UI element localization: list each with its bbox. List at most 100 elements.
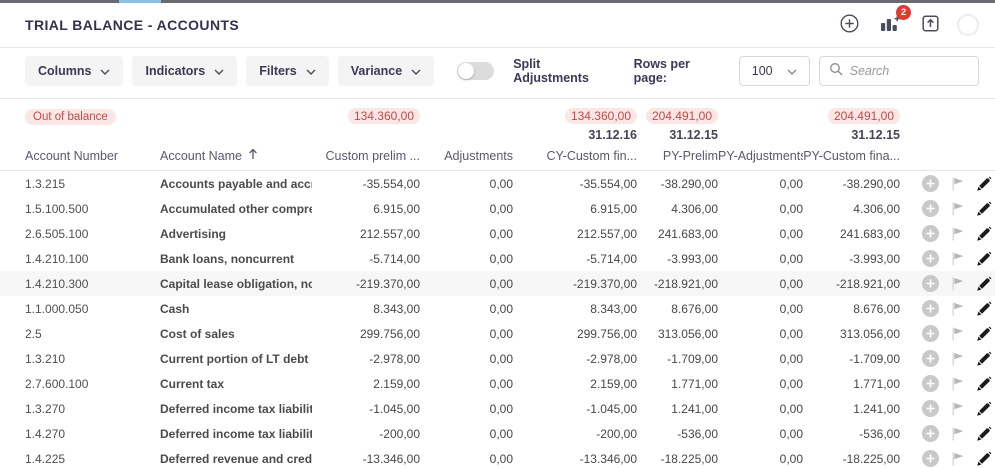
table-row[interactable]: 2.7.600.100 Current tax 2.159,00 0,00 2.… (0, 371, 995, 396)
export-button[interactable] (918, 11, 943, 39)
add-adjustment-button[interactable] (922, 175, 939, 192)
py-custom-final-value: -18.225,00 (803, 452, 900, 466)
flag-button[interactable] (950, 351, 965, 367)
py-prelim-value: -1.709,00 (637, 352, 718, 366)
py-adjustments-value: 0,00 (718, 427, 803, 441)
cy-custom-final-value: -35.554,00 (513, 177, 637, 191)
py-adjustments-value: 0,00 (718, 202, 803, 216)
flag-button[interactable] (950, 226, 965, 242)
search-input[interactable] (850, 64, 969, 78)
adjustments-value: 0,00 (420, 202, 513, 216)
account-name-header-label: Account Name (160, 149, 242, 163)
column-header-account-number[interactable]: Account Number (0, 149, 160, 163)
account-name: Accounts payable and accrued lia... (160, 177, 312, 191)
column-header-adjustments[interactable]: Adjustments (420, 149, 513, 163)
table-row[interactable]: 1.3.270 Deferred income tax liabilities,… (0, 396, 995, 421)
rows-per-page-select[interactable]: 100 (739, 56, 810, 86)
adjustments-value: 0,00 (420, 377, 513, 391)
py-custom-final-value: 8.676,00 (803, 302, 900, 316)
flag-button[interactable] (950, 301, 965, 317)
cy-custom-final-value: 2.159,00 (513, 377, 637, 391)
table-row[interactable]: 1.1.000.050 Cash 8.343,00 0,00 8.343,00 … (0, 296, 995, 321)
py-prelim-value: 313.056,00 (637, 327, 718, 341)
edit-button[interactable] (976, 401, 992, 417)
column-header-py-custom-final[interactable]: PY-Custom fina... (803, 149, 900, 163)
add-adjustment-button[interactable] (922, 275, 939, 292)
table-row[interactable]: 1.3.215 Accounts payable and accrued lia… (0, 171, 995, 196)
oob-py-custom-final: 204.491,00 (828, 108, 900, 124)
table-header: Out of balance 134.360,00 134.360,00 204… (0, 98, 995, 171)
table-row[interactable]: 1.3.210 Current portion of LT debt & cap… (0, 346, 995, 371)
account-name: Deferred revenue and credits, no... (160, 452, 312, 466)
columns-dropdown-label: Columns (38, 64, 91, 78)
filters-dropdown[interactable]: Filters (246, 56, 329, 86)
add-adjustment-button[interactable] (922, 450, 939, 467)
sort-ascending-icon (248, 148, 258, 163)
indicators-dropdown[interactable]: Indicators (132, 56, 237, 86)
table-row[interactable]: 1.4.210.100 Bank loans, noncurrent -5.71… (0, 246, 995, 271)
add-adjustment-button[interactable] (922, 250, 939, 267)
out-of-balance-row: Out of balance 134.360,00 134.360,00 204… (0, 105, 995, 126)
add-adjustment-button[interactable] (922, 325, 939, 342)
edit-button[interactable] (976, 351, 992, 367)
edit-button[interactable] (976, 251, 992, 267)
account-number: 1.3.270 (0, 402, 160, 416)
edit-button[interactable] (976, 426, 992, 442)
flag-button[interactable] (950, 276, 965, 292)
account-number: 1.4.270 (0, 427, 160, 441)
edit-button[interactable] (976, 276, 992, 292)
add-adjustment-button[interactable] (922, 400, 939, 417)
columns-dropdown[interactable]: Columns (25, 56, 123, 86)
table-row[interactable]: 2.6.505.100 Advertising 212.557,00 0,00 … (0, 221, 995, 246)
variance-dropdown[interactable]: Variance (338, 56, 434, 86)
adjustments-value: 0,00 (420, 427, 513, 441)
flag-button[interactable] (950, 201, 965, 217)
account-name: Cost of sales (160, 327, 312, 341)
edit-button[interactable] (976, 451, 992, 467)
column-header-py-prelim[interactable]: PY-Prelim (637, 149, 718, 163)
variance-dropdown-label: Variance (351, 64, 402, 78)
flag-button[interactable] (950, 401, 965, 417)
add-adjustment-button[interactable] (922, 225, 939, 242)
edit-button[interactable] (976, 301, 992, 317)
add-button[interactable] (837, 11, 862, 39)
flag-button[interactable] (950, 376, 965, 392)
py-prelim-value: 8.676,00 (637, 302, 718, 316)
edit-button[interactable] (976, 326, 992, 342)
py-prelim-value: 1.241,00 (637, 402, 718, 416)
table-row[interactable]: 1.4.270 Deferred income tax liability, n… (0, 421, 995, 446)
edit-button[interactable] (976, 376, 992, 392)
py-custom-final-value: 1.771,00 (803, 377, 900, 391)
cy-custom-final-value: -2.978,00 (513, 352, 637, 366)
table-row[interactable]: 1.4.210.300 Capital lease obligation, no… (0, 271, 995, 296)
account-name: Deferred income tax liabilities, cu... (160, 402, 312, 416)
column-header-custom-prelim[interactable]: Custom prelim ... (318, 149, 420, 163)
add-adjustment-button[interactable] (922, 425, 939, 442)
flag-button[interactable] (950, 326, 965, 342)
rows-per-page-value: 100 (752, 64, 773, 78)
trial-balance-page: TRIAL BALANCE - ACCOUNTS 2 C (0, 0, 995, 468)
add-adjustment-button[interactable] (922, 200, 939, 217)
custom-prelim-value: -200,00 (318, 427, 420, 441)
flag-button[interactable] (950, 426, 965, 442)
reports-button[interactable]: 2 (876, 11, 904, 39)
py-prelim-value: -18.225,00 (637, 452, 718, 466)
column-header-account-name[interactable]: Account Name (160, 148, 318, 163)
avatar[interactable] (957, 14, 979, 36)
flag-button[interactable] (950, 176, 965, 192)
custom-prelim-value: 6.915,00 (318, 202, 420, 216)
table-row[interactable]: 1.5.100.500 Accumulated other comprehens… (0, 196, 995, 221)
add-adjustment-button[interactable] (922, 300, 939, 317)
edit-button[interactable] (976, 226, 992, 242)
column-header-cy-custom-final[interactable]: CY-Custom fin... (513, 149, 637, 163)
table-row[interactable]: 2.5 Cost of sales 299.756,00 0,00 299.75… (0, 321, 995, 346)
edit-button[interactable] (976, 201, 992, 217)
edit-button[interactable] (976, 176, 992, 192)
add-adjustment-button[interactable] (922, 350, 939, 367)
table-row[interactable]: 1.4.225 Deferred revenue and credits, no… (0, 446, 995, 468)
split-adjustments-toggle[interactable] (457, 62, 494, 80)
column-header-py-adjustments[interactable]: PY-Adjustments (718, 149, 803, 163)
flag-button[interactable] (950, 451, 965, 467)
flag-button[interactable] (950, 251, 965, 267)
add-adjustment-button[interactable] (922, 375, 939, 392)
